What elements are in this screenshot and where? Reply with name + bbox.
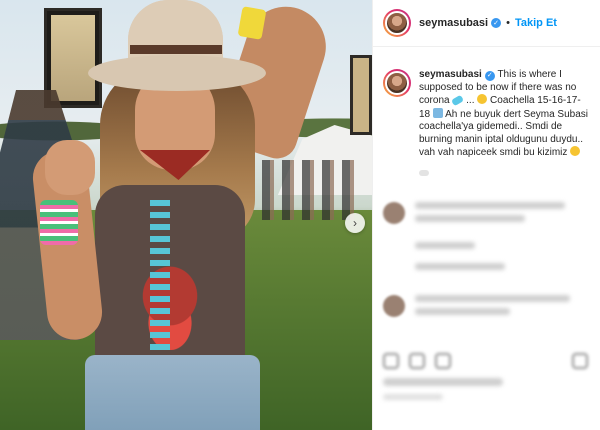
follow-button[interactable]: Takip Et (515, 17, 557, 29)
verified-badge-icon: ✓ (484, 71, 495, 82)
comment-text-blurred (415, 295, 570, 321)
avatar[interactable] (383, 9, 411, 37)
comment-item (383, 295, 570, 321)
hand (45, 140, 95, 195)
pill-emoji-icon (451, 94, 465, 107)
caption-line: coachella'ya gidemedi.. Smdi de (419, 121, 563, 132)
smile-emoji-icon (477, 94, 488, 104)
caption-line: supposed to be now if there was no (419, 81, 577, 93)
verified-badge-icon: ✓ (491, 18, 502, 28)
denim-shorts (85, 355, 260, 430)
header-username[interactable]: seymasubasi (419, 17, 488, 29)
caption-line: Ah ne buyuk dert Seyma Subasi (445, 108, 589, 120)
comment-item (383, 202, 565, 276)
bracelets (40, 200, 78, 245)
caption-text: seymasubasi ✓ This is where I supposed to… (419, 69, 588, 176)
likes-count-blurred (383, 378, 503, 386)
bathtub-emoji-icon (432, 107, 443, 118)
hat-band (130, 45, 222, 54)
post-photo[interactable]: › (0, 0, 372, 430)
tongue-logo-print (120, 260, 220, 350)
caption-timestamp (419, 169, 429, 176)
hat-crown-top (128, 0, 223, 50)
caption: seymasubasi ✓ This is where I supposed to… (373, 47, 600, 176)
chevron-right-icon: › (353, 216, 357, 230)
comment-text-blurred (415, 202, 565, 276)
caption-line: Coachella 15-16-17- (490, 95, 581, 106)
crying-emoji-icon (570, 146, 581, 156)
comment-avatar[interactable] (383, 295, 405, 317)
caption-line: burning manin iptal oldugunu duydu.. (419, 133, 584, 145)
caption-line: 18 (419, 108, 431, 120)
separator-dot: • (506, 17, 510, 29)
caption-avatar[interactable] (383, 69, 411, 97)
comment-avatar[interactable] (383, 202, 405, 224)
heart-icon[interactable] (383, 353, 399, 369)
share-icon[interactable] (435, 353, 451, 369)
caption-line: This is where I (497, 69, 562, 80)
background-sign-right (350, 55, 372, 135)
caption-line: vah vah napiceek smdi bu kizimiz (419, 147, 568, 158)
post-actions (383, 350, 588, 372)
hat-brim (88, 55, 266, 91)
caption-line: corona (419, 95, 450, 106)
next-photo-button[interactable]: › (345, 213, 365, 233)
caption-username[interactable]: seymasubasi (419, 69, 482, 80)
comment-icon[interactable] (409, 353, 425, 369)
lace-up (150, 200, 170, 350)
background-crowd-right (262, 160, 357, 220)
bookmark-icon[interactable] (572, 353, 588, 369)
post-header: seymasubasi ✓ • Takip Et (373, 0, 600, 47)
post-date-blurred (383, 394, 443, 400)
post-side-panel: seymasubasi ✓ • Takip Et seymasubasi ✓ Th… (372, 0, 600, 430)
instagram-post: › seymasubasi ✓ • Takip Et seymasubasi ✓ … (0, 0, 600, 430)
caption-line: ... (466, 95, 475, 106)
wristband (237, 6, 267, 40)
